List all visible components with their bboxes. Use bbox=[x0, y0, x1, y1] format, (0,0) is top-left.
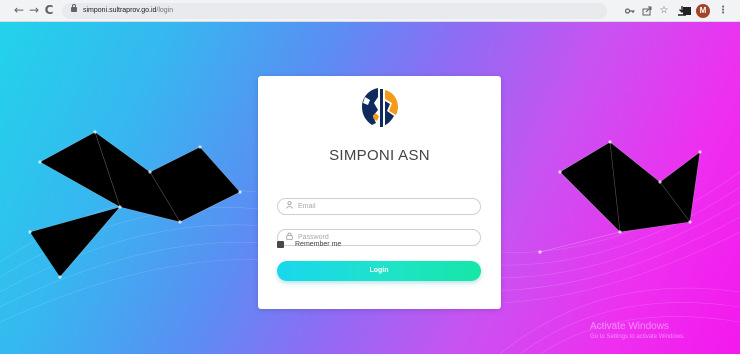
login-page: SIMPONI ASN Remember me Login Activate W… bbox=[0, 22, 740, 354]
watermark-title: Activate Windows bbox=[590, 321, 669, 332]
back-icon[interactable]: ← bbox=[12, 2, 26, 18]
email-input[interactable] bbox=[298, 200, 468, 213]
browser-toolbar: ← → C simponi.sultraprov.go.id/login ☆ M… bbox=[0, 0, 740, 22]
sidebar-icon[interactable] bbox=[680, 3, 694, 19]
lock-icon bbox=[286, 232, 293, 243]
lock-icon[interactable] bbox=[71, 4, 77, 12]
key-icon[interactable] bbox=[623, 3, 637, 19]
simponi-logo bbox=[362, 88, 398, 127]
login-button[interactable]: Login bbox=[277, 261, 481, 281]
share-icon[interactable] bbox=[640, 3, 654, 19]
user-icon bbox=[286, 201, 293, 212]
watermark-subtitle: Go to Settings to activate Windows. bbox=[590, 334, 685, 340]
url-domain: simponi.sultraprov.go.id bbox=[83, 7, 157, 14]
profile-avatar[interactable]: M bbox=[696, 4, 710, 18]
url-text[interactable]: simponi.sultraprov.go.id/login bbox=[83, 5, 173, 17]
windows-activation-watermark: Activate Windows Go to Settings to activ… bbox=[590, 321, 685, 342]
remember-me-label[interactable]: Remember me bbox=[295, 240, 341, 250]
address-bar[interactable]: simponi.sultraprov.go.id/login bbox=[62, 3, 607, 19]
login-card: SIMPONI ASN Remember me Login bbox=[258, 76, 501, 309]
reload-icon[interactable]: C bbox=[42, 2, 56, 18]
url-path: /login bbox=[156, 7, 174, 14]
remember-me-checkbox[interactable] bbox=[277, 241, 284, 248]
email-field-wrapper bbox=[277, 198, 481, 215]
menu-icon[interactable]: ⋮ bbox=[716, 3, 730, 19]
app-title: SIMPONI ASN bbox=[329, 147, 430, 164]
star-icon[interactable]: ☆ bbox=[657, 3, 671, 19]
forward-icon[interactable]: → bbox=[27, 2, 41, 18]
